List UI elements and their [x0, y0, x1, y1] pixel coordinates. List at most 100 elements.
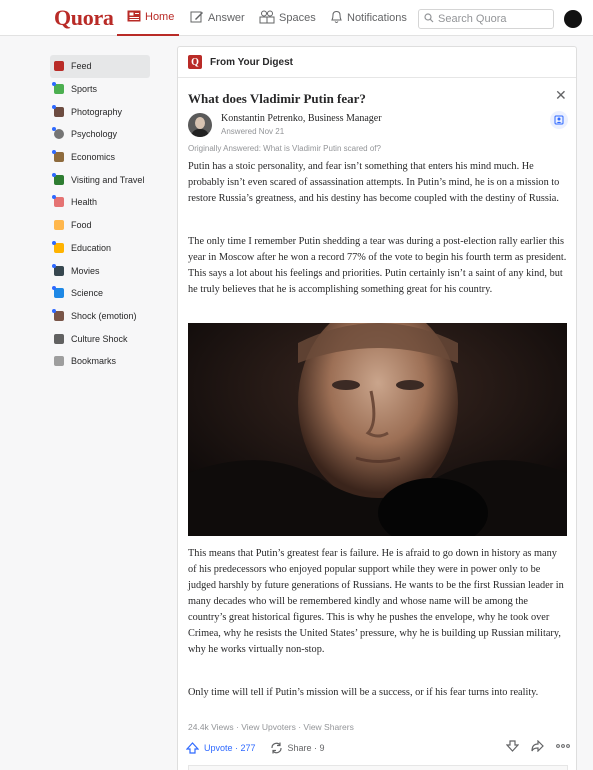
user-avatar[interactable]: [564, 10, 582, 28]
sidebar-item-label: Economics: [71, 152, 116, 163]
answer-paragraph: This means that Putin’s greatest fear is…: [188, 548, 564, 655]
sidebar: Feed Sports Photography Psychology Econo…: [50, 55, 150, 373]
photography-icon: [52, 104, 64, 117]
digest-header: Q From Your Digest: [178, 47, 576, 78]
upvote-label: Upvote · 277: [204, 743, 256, 753]
sidebar-item-label: Food: [71, 220, 92, 231]
share-button[interactable]: Share · 9: [270, 742, 325, 754]
culture-shock-icon: [54, 333, 64, 344]
sidebar-item-label: Psychology: [71, 129, 118, 140]
author-avatar[interactable]: [188, 113, 212, 137]
answer-card: Q From Your Digest ✕ What does Vladimir …: [177, 46, 577, 770]
sidebar-item-science[interactable]: Science: [50, 282, 150, 305]
sidebar-item-health[interactable]: Health: [50, 191, 150, 214]
avatar-face: [195, 117, 205, 129]
unread-dot: [52, 127, 56, 132]
sidebar-item-label: Health: [71, 197, 98, 208]
question-title[interactable]: What does Vladimir Putin fear?: [188, 91, 366, 107]
nav-answer-label: Answer: [208, 12, 245, 24]
pencil-icon: [190, 10, 204, 27]
forward-button[interactable]: [531, 740, 544, 752]
sidebar-item-label: Bookmarks: [71, 356, 117, 367]
author-name[interactable]: Konstantin Petrenko, Business Manager: [221, 113, 382, 124]
psychology-icon: [52, 127, 64, 140]
unread-dot: [52, 172, 56, 177]
sidebar-item-visiting-and-travel[interactable]: Visiting and Travel: [50, 168, 150, 191]
answer-photo[interactable]: [188, 323, 567, 536]
unread-dot: [52, 150, 56, 155]
sidebar-item-label: Education: [71, 242, 112, 253]
travel-icon: [52, 172, 64, 185]
sidebar-item-label: Movies: [71, 265, 100, 276]
sidebar-item-shock-emotion[interactable]: Shock (emotion): [50, 305, 150, 328]
sidebar-item-sports[interactable]: Sports: [50, 78, 150, 101]
top-nav-bar: Quora Home Answer Spaces Notifications S…: [0, 0, 593, 36]
sidebar-item-feed[interactable]: Feed: [50, 55, 150, 78]
bookmark-icon: [54, 356, 64, 367]
food-icon: [54, 220, 64, 231]
close-icon[interactable]: ✕: [555, 87, 567, 104]
upvote-button[interactable]: Upvote · 277: [186, 742, 256, 754]
movies-icon: [52, 263, 64, 276]
nav-home[interactable]: Home: [117, 0, 179, 36]
science-icon: [52, 286, 64, 299]
digest-header-label: From Your Digest: [210, 56, 293, 68]
answer-paragraph: The only time I remember Putin shedding …: [188, 236, 567, 295]
search-input[interactable]: Search Quora: [418, 9, 554, 29]
unread-dot: [52, 263, 56, 268]
sidebar-item-photography[interactable]: Photography: [50, 100, 150, 123]
sidebar-item-label: Photography: [71, 106, 123, 117]
share-label: Share · 9: [287, 743, 325, 753]
sidebar-item-bookmarks[interactable]: Bookmarks: [50, 350, 150, 373]
unread-dot: [52, 82, 56, 87]
more-options-button[interactable]: [556, 744, 570, 748]
bell-icon: [330, 10, 343, 27]
avatar-suit: [191, 129, 209, 137]
originally-answered[interactable]: Originally Answered: What is Vladimir Pu…: [188, 144, 381, 153]
quora-q-icon: Q: [188, 55, 202, 69]
answer-paragraph: Putin has a stoic personality, and fear …: [188, 161, 560, 204]
downvote-button[interactable]: [506, 740, 519, 752]
unread-dot: [52, 240, 56, 245]
sidebar-item-culture-shock[interactable]: Culture Shock: [50, 327, 150, 350]
answer-date[interactable]: Answered Nov 21: [221, 127, 284, 136]
share-icon: [270, 742, 282, 754]
sidebar-item-label: Visiting and Travel: [71, 174, 145, 185]
unread-dot: [52, 104, 56, 109]
nav-answer[interactable]: Answer: [190, 0, 245, 36]
spaces-icon: [259, 10, 275, 27]
comment-box[interactable]: [188, 765, 568, 770]
follow-icon: [554, 115, 564, 125]
sidebar-item-label: Science: [71, 288, 104, 299]
sidebar-item-food[interactable]: Food: [50, 214, 150, 237]
sidebar-item-economics[interactable]: Economics: [50, 146, 150, 169]
unread-dot: [52, 195, 56, 200]
unread-dot: [52, 286, 56, 291]
sidebar-item-movies[interactable]: Movies: [50, 259, 150, 282]
answer-paragraph: Only time will tell if Putin’s mission w…: [188, 687, 539, 698]
sports-icon: [52, 82, 64, 95]
upvote-icon: [186, 742, 199, 754]
health-icon: [52, 195, 64, 208]
sidebar-item-label: Feed: [71, 61, 92, 72]
nav-notifications[interactable]: Notifications: [330, 0, 407, 36]
photo-illustration: [188, 323, 567, 536]
sidebar-item-education[interactable]: Education: [50, 237, 150, 260]
nav-spaces[interactable]: Spaces: [259, 0, 316, 36]
downvote-icon: [506, 740, 519, 752]
search-icon: [424, 12, 434, 26]
nav-spaces-label: Spaces: [279, 12, 316, 24]
forward-arrow-icon: [531, 740, 544, 752]
unread-dot: [52, 308, 56, 313]
more-icon: [556, 744, 570, 748]
education-icon: [52, 240, 64, 253]
sidebar-item-psychology[interactable]: Psychology: [50, 123, 150, 146]
quora-logo[interactable]: Quora: [54, 5, 114, 31]
follow-author-button[interactable]: [550, 111, 568, 129]
sidebar-item-label: Culture Shock: [71, 333, 128, 344]
answer-stats[interactable]: 24.4k Views · View Upvoters · View Share…: [188, 722, 354, 732]
answer-actions-right: [494, 740, 570, 752]
sidebar-item-label: Sports: [71, 84, 98, 95]
feed-icon: [54, 61, 64, 72]
nav-notifications-label: Notifications: [347, 12, 407, 24]
